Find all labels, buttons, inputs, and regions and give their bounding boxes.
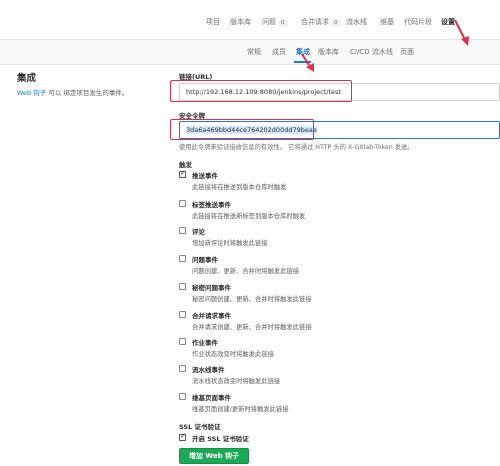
issues-events-checkbox[interactable] bbox=[179, 255, 186, 262]
wiki-page-events-label: 维基页面事件 bbox=[192, 394, 231, 402]
comments-desc: 增加新评论时将触发此链接 bbox=[192, 240, 268, 247]
wiki-page-events-desc: 维基页面创建/更新时将触发此链接 bbox=[192, 406, 289, 413]
page-description: Web 钩子 可以 绑定项目发生的事件。 bbox=[17, 87, 128, 97]
pipeline-events-label: 流水线事件 bbox=[192, 366, 225, 374]
push-events-label: 推送事件 bbox=[192, 172, 218, 180]
nav-tab-wiki[interactable]: 维基 bbox=[380, 17, 394, 27]
token-label: 安全令牌 bbox=[179, 112, 205, 120]
push-events-desc: 此链接将在推送到版本仓库时触发 bbox=[192, 184, 287, 191]
issues-events-desc: 问题创建、更新、合并时将触发此链接 bbox=[192, 268, 300, 275]
trigger-label: 触发 bbox=[179, 161, 192, 169]
nav-tab-snippets[interactable]: 代码片段 bbox=[404, 17, 432, 27]
ssl-label: SSL 证书验证 bbox=[179, 423, 221, 431]
annotation-arrow-settings bbox=[454, 19, 469, 46]
merge-request-events-checkbox[interactable] bbox=[179, 311, 186, 318]
tag-push-events-label: 标签推送事件 bbox=[192, 201, 231, 209]
tag-push-events-checkbox[interactable] bbox=[179, 200, 186, 207]
page-title: 集成 bbox=[17, 73, 37, 84]
nav-tab-pipelines[interactable]: 流水线 bbox=[346, 17, 367, 27]
annotation-arrow-integrations bbox=[301, 53, 314, 72]
subnav-tab-general[interactable]: 常规 bbox=[247, 47, 261, 57]
merge-request-events-desc: 合并请求创建、更新、合并时将触发此链接 bbox=[192, 324, 312, 331]
ssl-verification-label: 开启 SSL 证书验证 bbox=[192, 435, 249, 443]
comments-label: 评论 bbox=[192, 228, 205, 236]
nav-tab-issues-label: 问题 bbox=[262, 18, 276, 26]
merge-request-events-label: 合并请求事件 bbox=[192, 312, 231, 320]
url-label: 链接(URL) bbox=[179, 73, 213, 81]
confidential-issues-desc: 秘密问题创建、更新、合并时将触发此链接 bbox=[192, 296, 312, 303]
token-help-text: 使用此令牌来验证接收信息的有效性。 它将通过 HTTP 头的 X-Gitlab-… bbox=[179, 144, 414, 151]
nav-tab-repository[interactable]: 版本库 bbox=[230, 17, 251, 27]
wiki-page-events-checkbox[interactable] bbox=[179, 393, 186, 400]
subnav-tab-repository[interactable]: 版本库 bbox=[318, 47, 339, 57]
webhooks-link[interactable]: Web 钩子 bbox=[17, 89, 46, 97]
nav-tab-project[interactable]: 项目 bbox=[206, 17, 220, 27]
top-nav: 项目 版本库 问题 0 合并请求 0 流水线 维基 代码片段 设置 bbox=[0, 0, 500, 40]
tag-push-events-desc: 此链接将在推送新标签到版本仓库时触发 bbox=[192, 213, 306, 220]
nav-tab-issues[interactable]: 问题 0 bbox=[262, 17, 288, 27]
add-webhook-button[interactable]: 增加 Web 钩子 bbox=[179, 448, 249, 464]
issues-events-label: 问题事件 bbox=[192, 256, 218, 264]
page-description-text: 可以 绑定项目发生的事件。 bbox=[48, 89, 129, 97]
merge-requests-count-badge: 0 bbox=[331, 19, 341, 27]
nav-tab-merge-requests[interactable]: 合并请求 0 bbox=[301, 17, 341, 27]
push-events-checkbox[interactable] bbox=[179, 169, 186, 178]
subnav-tab-members[interactable]: 成员 bbox=[272, 47, 286, 57]
comments-checkbox[interactable] bbox=[179, 227, 186, 234]
confidential-issues-checkbox[interactable] bbox=[179, 283, 186, 290]
job-events-checkbox[interactable] bbox=[179, 338, 186, 345]
confidential-issues-label: 秘密问题事件 bbox=[192, 284, 231, 292]
settings-sub-nav: 常规 成员 集成 版本库 CI/CD 流水线 页面 bbox=[0, 40, 500, 65]
subnav-tab-cicd[interactable]: CI/CD 流水线 bbox=[350, 47, 393, 57]
subnav-tab-pages[interactable]: 页面 bbox=[400, 47, 414, 57]
job-events-label: 作业事件 bbox=[192, 339, 218, 347]
pipeline-events-checkbox[interactable] bbox=[179, 365, 186, 372]
pipeline-events-desc: 流水线状态改变时将触发此链接 bbox=[192, 378, 281, 385]
token-input[interactable]: 3da6a469bbd44ce764202d00dd79beae bbox=[179, 121, 500, 139]
issues-count-badge: 0 bbox=[278, 19, 288, 27]
nav-tab-merge-requests-label: 合并请求 bbox=[301, 18, 329, 26]
url-input[interactable]: http://192.168.12.109:8080/jenkins/proje… bbox=[179, 83, 500, 101]
ssl-verification-checkbox[interactable] bbox=[179, 432, 186, 441]
token-value: 3da6a469bbd44ce764202d00dd79beae bbox=[186, 126, 317, 134]
job-events-desc: 作业状态改变时将触发此链接 bbox=[192, 351, 274, 358]
